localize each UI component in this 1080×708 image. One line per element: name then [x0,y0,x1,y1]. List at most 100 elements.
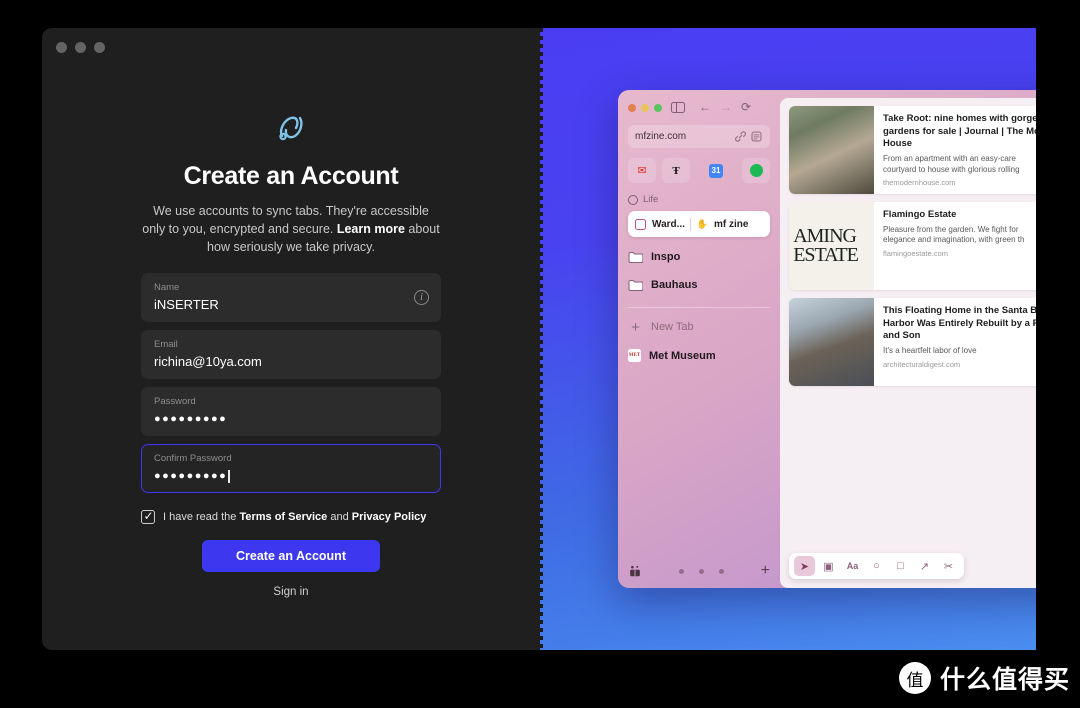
mini-close-button[interactable] [628,103,636,112]
mini-browser-mock: ← → ⟳ mfzine.com ✉ Ŧ 31 Life Ward... ✋ m… [618,90,1036,588]
wardrobe-favicon [634,218,647,231]
card-title: Take Root: nine homes with gorgeous gard… [883,113,1036,150]
email-field[interactable]: Email richina@10ya.com [141,330,441,380]
arrow-tool[interactable]: ↗ [914,556,935,576]
watermark-text: 什么值得买 [939,666,1070,694]
dashed-divider [540,28,543,650]
form-fields: Name iNSERTER i Email richina@10ya.com P… [141,273,441,494]
image-tool[interactable]: ▣ [818,556,839,576]
circle-tool[interactable]: ○ [866,556,887,576]
url-bar[interactable]: mfzine.com [628,125,770,148]
mini-minimize-button[interactable] [641,103,649,112]
terms-row: I have read the Terms of Service and Pri… [141,509,441,525]
card-description: From an apartment with an easy-care cour… [883,153,1020,174]
password-field-value: ●●●●●●●●● [154,413,228,426]
flamingo-estate-wordmark: AMING ESTATE [789,202,874,290]
name-field-value: iNSERTER [154,297,219,313]
create-account-button[interactable]: Create an Account [202,540,380,573]
watermark-badge: 值 [898,662,931,694]
favorites-row: ✉ Ŧ 31 [628,158,770,183]
confirm-password-field-label: Confirm Password [154,453,232,465]
tab-group-header: Life [628,194,770,205]
terms-text-middle: and [327,511,352,524]
card-title: This Floating Home in the Santa Barbara … [883,305,1036,342]
add-space-button[interactable]: + [761,563,770,579]
clock-icon [628,194,638,205]
square-tool[interactable]: □ [890,556,911,576]
text-tool[interactable]: Aa [842,556,863,576]
sidebar-footer: + [628,563,770,579]
card-url: themodernhouse.com [883,178,956,188]
password-field[interactable]: Password ●●●●●●●●● [141,387,441,437]
mini-zoom-button[interactable] [654,103,662,112]
signup-subtitle: We use accounts to sync tabs. They're ac… [141,202,441,256]
email-field-label: Email [154,339,178,351]
terms-text-before: I have read the [163,511,240,524]
reload-icon[interactable]: ⟳ [741,101,751,113]
privacy-policy-link[interactable]: Privacy Policy [352,511,427,523]
sidebar-item-bauhaus[interactable]: Bauhaus [628,279,770,291]
arc-logo-icon [279,116,303,141]
page-dot[interactable] [698,568,704,574]
nytimes-favicon[interactable]: Ŧ [662,158,690,183]
sign-in-link[interactable]: Sign in [273,586,308,598]
reader-mode-icon[interactable] [750,130,763,143]
terms-of-service-link[interactable]: Terms of Service [239,511,327,523]
sidebar-item-met-museum[interactable]: MET Met Museum [628,349,770,362]
floating-home-photo [789,298,874,386]
sidebar-label-met-museum: Met Museum [649,349,716,362]
gift-icon[interactable] [628,564,642,578]
mini-browser-sidebar: ← → ⟳ mfzine.com ✉ Ŧ 31 Life Ward... ✋ m… [618,90,780,588]
arrow-right-icon[interactable]: → [720,101,732,113]
page-indicator-dots[interactable] [678,568,724,574]
cursor-tool[interactable]: ➤ [794,556,815,576]
tab-separator [689,217,691,231]
url-text: mfzine.com [635,131,687,142]
spotify-favicon[interactable] [742,158,770,183]
sidebar-label-inspo: Inspo [651,251,681,263]
mini-traffic-lights[interactable]: ← → ⟳ [628,101,770,113]
watermark: 值 什么值得买 [898,660,1070,696]
card-title: Flamingo Estate [883,209,957,220]
link-icon[interactable] [734,130,747,143]
page-dot[interactable] [718,568,724,574]
new-tab-button[interactable]: + New Tab [628,320,770,335]
google-calendar-favicon[interactable]: 31 [709,163,723,178]
arc-onboarding-window: Create an Account We use accounts to syn… [42,28,540,650]
tab-group-label: Life [643,194,659,205]
terms-label: I have read the Terms of Service and Pri… [163,511,426,523]
confirm-password-field-value: ●●●●●●●●● [154,470,228,483]
arrow-left-icon[interactable]: ← [699,101,711,113]
sidebar-toggle-icon[interactable] [671,102,685,113]
link-card[interactable]: This Floating Home in the Santa Barbara … [789,298,1036,386]
text-caret [228,469,230,483]
card-url: flamingoestate.com [883,249,949,259]
password-field-label: Password [154,396,196,408]
card-description: It's a heartfelt labor of love [883,345,977,355]
card-url: architecturaldigest.com [883,359,961,369]
sidebar-label-bauhaus: Bauhaus [651,279,698,291]
annotation-toolbar: ➤ ▣ Aa ○ □ ↗ ✂ [789,553,964,579]
tab-pill-group: Ward... ✋ mf zine [628,211,770,237]
sidebar-divider [628,307,770,308]
tab-label-wardrobe[interactable]: Ward... [652,219,685,230]
tab-label-mfzine[interactable]: mf zine [714,219,748,230]
name-field-label: Name [154,282,180,294]
page-dot[interactable] [678,568,684,574]
screenshot-root: Create an Account We use accounts to syn… [0,0,1080,708]
nav-buttons: ← → ⟳ [699,101,751,113]
gmail-favicon[interactable]: ✉ [628,158,656,183]
name-field[interactable]: Name iNSERTER i [141,273,441,323]
new-tab-label: New Tab [651,321,694,333]
link-card-list: Take Root: nine homes with gorgeous gard… [780,98,1036,386]
folder-icon [628,279,643,291]
email-field-value: richina@10ya.com [154,354,262,370]
link-card[interactable]: Take Root: nine homes with gorgeous gard… [789,106,1036,194]
link-card[interactable]: AMING ESTATE Flamingo Estate Pleasure fr… [789,202,1036,290]
sidebar-item-inspo[interactable]: Inspo [628,251,770,263]
learn-more-link[interactable]: Learn more [337,222,405,236]
confirm-password-field[interactable]: Confirm Password ●●●●●●●●● [141,444,441,494]
terms-checkbox[interactable] [141,509,155,525]
eraser-tool[interactable]: ✂ [938,556,959,576]
card-description: Pleasure from the garden. We fight for e… [883,224,1025,245]
